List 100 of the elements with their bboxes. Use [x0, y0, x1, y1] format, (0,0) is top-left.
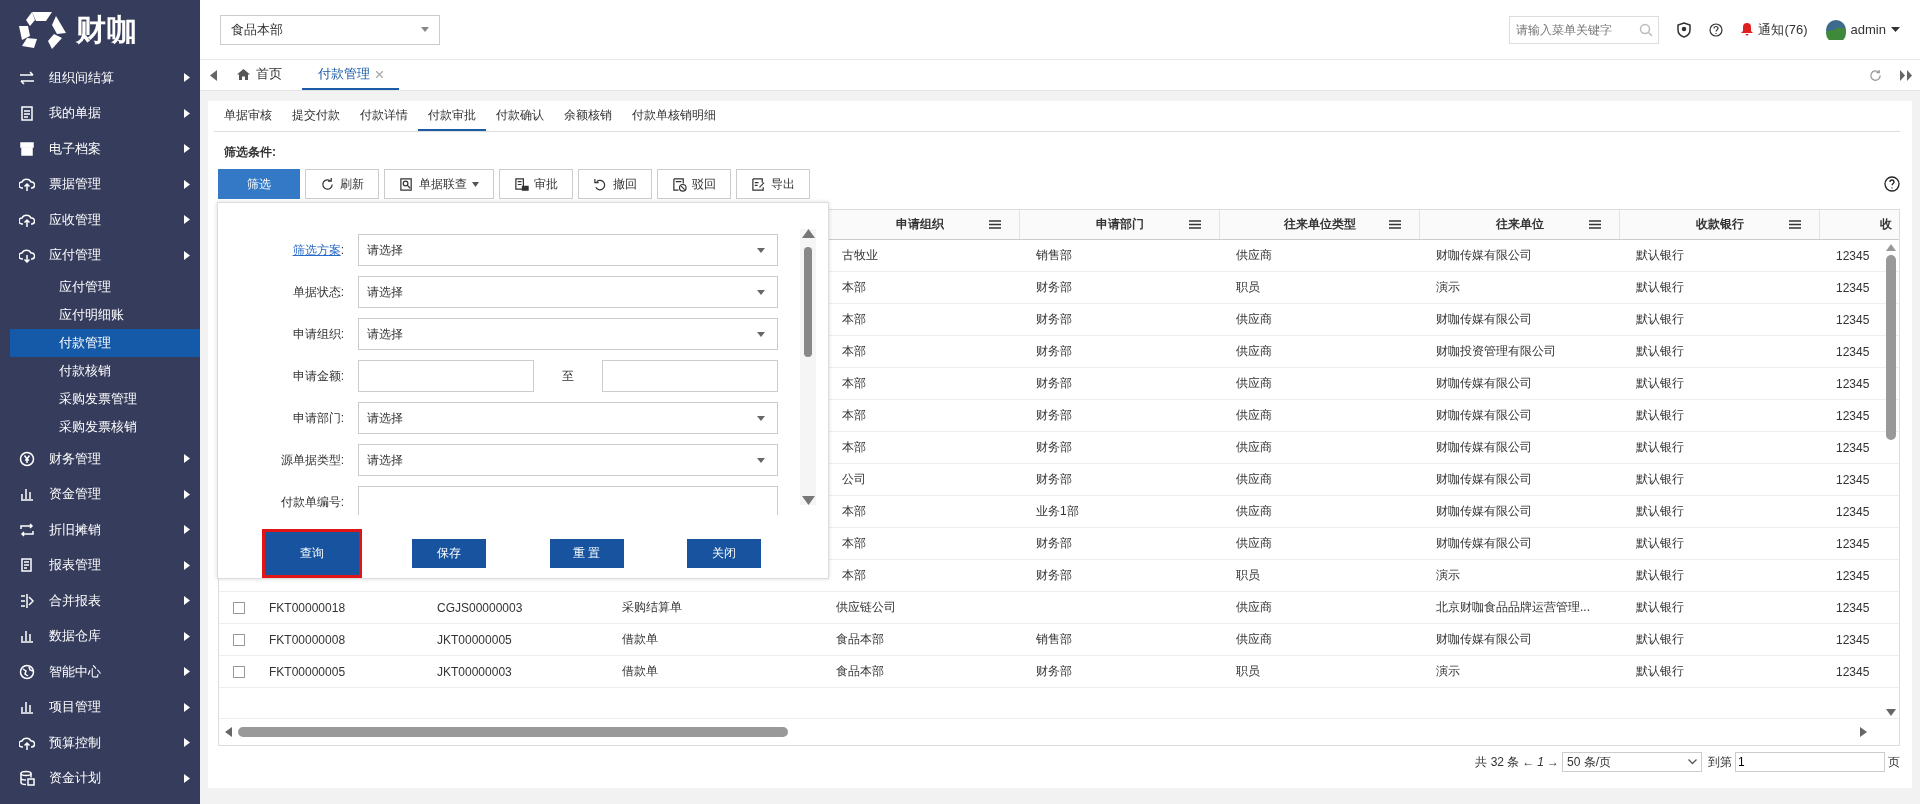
- page-tab[interactable]: 首页: [221, 60, 298, 90]
- select-field[interactable]: 请选择: [358, 234, 778, 266]
- magnifier-document-icon: [399, 176, 414, 192]
- filter-button[interactable]: 筛选: [218, 169, 300, 199]
- table-cell: 供应商: [1236, 311, 1272, 328]
- scroll-left-icon[interactable]: [225, 727, 232, 737]
- refresh-icon[interactable]: [1869, 68, 1882, 82]
- help-icon[interactable]: [1709, 22, 1724, 37]
- column-header: 往来单位类型: [1283, 216, 1356, 233]
- sidebar-item[interactable]: 数据仓库: [0, 618, 200, 654]
- sidebar-subitem[interactable]: 采购发票核销: [10, 413, 200, 441]
- sidebar-subitem[interactable]: 采购发票管理: [10, 385, 200, 413]
- sidebar-item[interactable]: 合并报表: [0, 583, 200, 619]
- cloud-upload-icon: [19, 176, 35, 193]
- menu-icon[interactable]: [1589, 220, 1601, 229]
- page-input[interactable]: 1: [1735, 752, 1885, 772]
- sidebar-item[interactable]: 财务管理: [0, 441, 200, 477]
- sidebar-item[interactable]: 资金管理: [0, 476, 200, 512]
- shield-icon[interactable]: [1677, 21, 1692, 38]
- table-cell: 演示: [1436, 567, 1460, 584]
- scrollbar-thumb[interactable]: [238, 727, 788, 737]
- sidebar-item[interactable]: 折旧摊销: [0, 512, 200, 548]
- sub-tab[interactable]: 单据审核: [214, 107, 282, 131]
- help-icon[interactable]: [1884, 176, 1900, 192]
- row-checkbox[interactable]: [233, 665, 245, 678]
- select-field[interactable]: 请选择: [358, 276, 778, 308]
- toolbar-button[interactable]: 撤回: [578, 169, 652, 199]
- toolbar-button[interactable]: 驳回: [657, 169, 731, 199]
- menu-icon[interactable]: [989, 220, 1001, 229]
- table-cell: 财务部: [1036, 343, 1072, 360]
- toolbar-button[interactable]: 审批: [499, 169, 573, 199]
- sub-tab[interactable]: 付款审批: [418, 107, 486, 131]
- user-menu[interactable]: admin: [1825, 19, 1900, 40]
- sidebar-item[interactable]: 智能中心: [0, 654, 200, 690]
- input-field[interactable]: [602, 360, 778, 392]
- sub-tab[interactable]: 付款确认: [486, 107, 554, 131]
- toolbar-button[interactable]: 导出: [736, 169, 810, 199]
- select-field[interactable]: 请选择: [358, 318, 778, 350]
- toolbar-button[interactable]: 刷新: [305, 169, 379, 199]
- popup-button[interactable]: 查询: [262, 529, 362, 578]
- scrollbar-thumb[interactable]: [1886, 255, 1896, 440]
- scroll-right-icon[interactable]: [1860, 727, 1867, 737]
- org-select[interactable]: 食品本部: [220, 14, 440, 45]
- popup-button[interactable]: 关闭: [687, 539, 761, 568]
- scroll-left-icon[interactable]: [210, 69, 217, 81]
- archive-icon: [19, 140, 35, 157]
- prev-page-link[interactable]: ←: [1522, 755, 1535, 769]
- page-size-select[interactable]: 50 条/页: [1562, 752, 1702, 772]
- sub-tab[interactable]: 付款详情: [350, 107, 418, 131]
- menu-icon[interactable]: [1789, 220, 1801, 229]
- sidebar-item[interactable]: 票据管理: [0, 166, 200, 202]
- select-field[interactable]: 请选择: [358, 402, 778, 434]
- toolbar-button[interactable]: 单据联查: [384, 169, 494, 199]
- close-icon[interactable]: [376, 70, 383, 78]
- bar-chart-icon: [19, 486, 35, 503]
- scroll-down-icon[interactable]: [1886, 709, 1896, 716]
- scroll-up-icon[interactable]: [1886, 244, 1896, 251]
- sidebar-item[interactable]: 资金计划: [0, 760, 200, 796]
- sidebar-subitem[interactable]: 应付明细账: [10, 301, 200, 329]
- page-tab[interactable]: 付款管理: [302, 60, 399, 90]
- sidebar-subitem[interactable]: 付款核销: [10, 357, 200, 385]
- select-field[interactable]: 请选择: [358, 444, 778, 476]
- table-cell: 本部: [842, 375, 866, 392]
- sidebar-item[interactable]: 组织间结算: [0, 60, 200, 96]
- search-field[interactable]: 请输入菜单关键字: [1509, 15, 1660, 44]
- sidebar-subitem[interactable]: 付款管理: [10, 329, 200, 357]
- scroll-down-icon[interactable]: [801, 496, 815, 505]
- sidebar-item[interactable]: 应收管理: [0, 202, 200, 238]
- horizontal-scrollbar[interactable]: [225, 725, 1867, 739]
- vertical-scrollbar[interactable]: [1885, 244, 1897, 716]
- sidebar-subitem[interactable]: 应付管理: [10, 273, 200, 301]
- popup-button[interactable]: 重 置: [549, 539, 624, 568]
- scrollbar-thumb[interactable]: [804, 247, 812, 357]
- sidebar-item[interactable]: 我的单据: [0, 95, 200, 131]
- sidebar-item[interactable]: 项目管理: [0, 689, 200, 725]
- input-field[interactable]: [358, 360, 534, 392]
- sub-tab[interactable]: 提交付款: [282, 107, 350, 131]
- menu-icon[interactable]: [1389, 220, 1401, 229]
- sidebar-item[interactable]: 预算控制: [0, 725, 200, 761]
- sub-tab[interactable]: 余额核销: [554, 107, 622, 131]
- table-cell: 本部: [842, 311, 866, 328]
- next-page-link[interactable]: →: [1547, 755, 1559, 769]
- sidebar-item[interactable]: 报表管理: [0, 547, 200, 583]
- scroll-right-icon[interactable]: [1900, 69, 1912, 81]
- sidebar-item[interactable]: 电子档案: [0, 131, 200, 167]
- notification-link[interactable]: 通知(76): [1741, 20, 1808, 39]
- row-checkbox[interactable]: [233, 633, 245, 646]
- sidebar-item[interactable]: 应付管理: [0, 237, 200, 273]
- table-cell: 默认银行: [1636, 375, 1684, 392]
- filter-scheme-link[interactable]: 筛选方案: [292, 242, 341, 257]
- page-number[interactable]: 1: [1537, 755, 1544, 769]
- row-checkbox[interactable]: [233, 601, 245, 614]
- menu-icon[interactable]: [1189, 220, 1201, 229]
- scroll-up-icon[interactable]: [801, 229, 815, 238]
- sub-tab[interactable]: 付款单核销明细: [622, 107, 726, 131]
- popup-scrollbar[interactable]: [800, 229, 816, 505]
- table-cell: 财咖传媒有限公司: [1436, 247, 1532, 264]
- input-field[interactable]: [358, 486, 778, 515]
- popup-button[interactable]: 保存: [412, 539, 487, 568]
- label-colon: :: [340, 284, 344, 299]
